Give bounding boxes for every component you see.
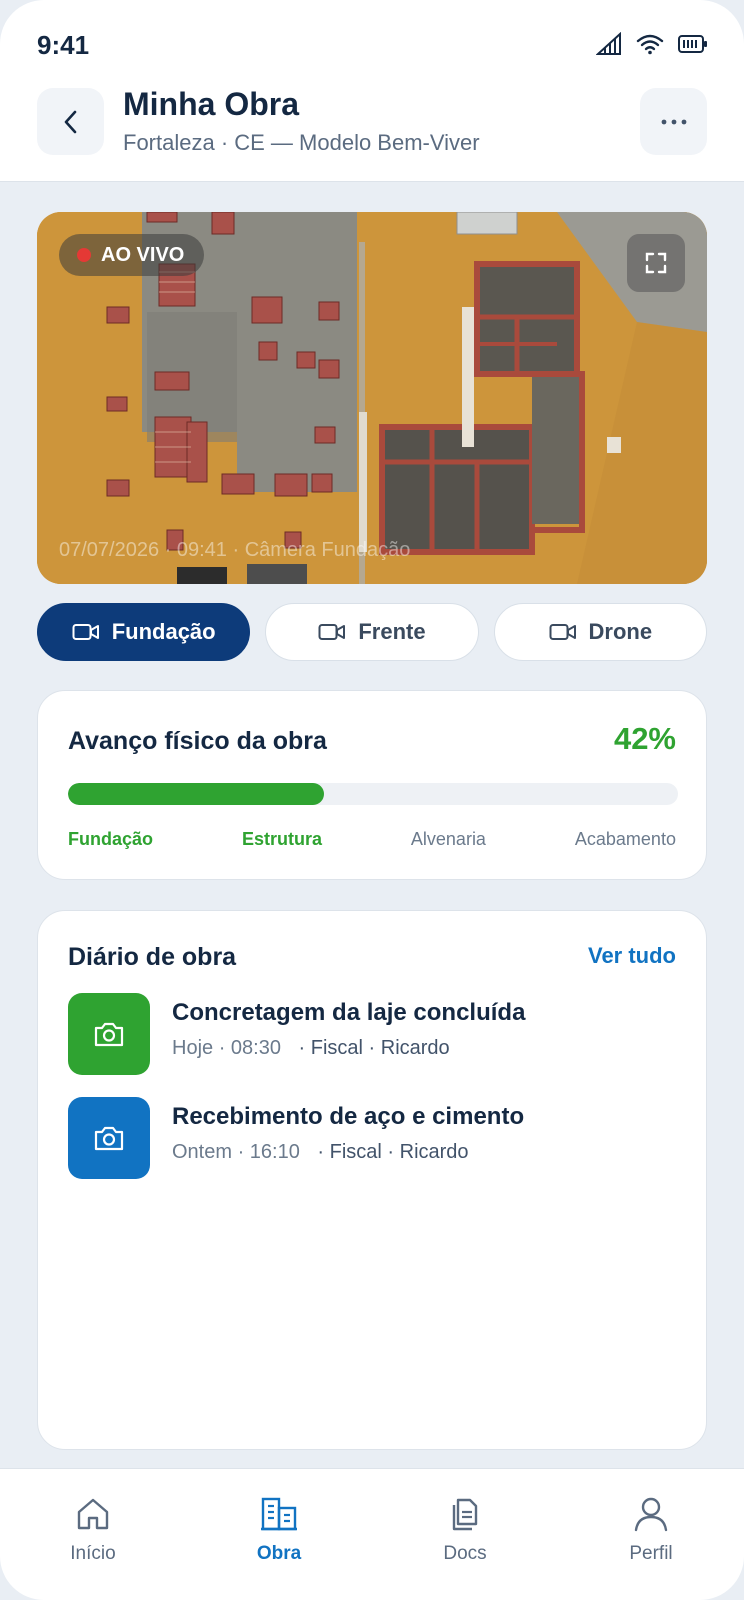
progress-bar-fill [68,783,325,805]
stage-estrutura: Estrutura [241,829,322,849]
stage-acabamento: Acabamento [574,829,676,849]
live-camera-view[interactable]: AO VIVO 07/07/2026 · 09:41 · Câmera Fund… [37,212,707,584]
entry-author: · Fiscal · Ricardo [317,1141,469,1163]
diary-entry[interactable]: Recebimento de aço e cimento Ontem · 16:… [68,1097,676,1179]
fullscreen-button[interactable] [627,234,685,292]
diary-card: Diário de obra Ver tudo Concretagem da l… [37,910,707,1450]
diary-title: Diário de obra [68,943,237,971]
diary-entry[interactable]: Concretagem da laje concluída Hoje · 08:… [68,993,676,1075]
camera-caption: 07/07/2026 · 09:41 · Câmera Fundação [59,539,411,561]
app-screen: 9:41 Minha Obra Fortaleza · CE — Modelo … [0,0,744,1600]
tab-camera-frente[interactable]: Frente [265,603,479,661]
see-all-link[interactable]: Ver tudo [588,943,676,969]
entry-thumbnail [68,993,150,1075]
tab-label: Drone [588,619,653,644]
live-label: AO VIVO [101,243,185,266]
live-badge: AO VIVO [59,234,205,276]
stage-fundacao: Fundação [68,829,154,849]
entry-meta: Ontem · 16:10 · Fiscal · Ricardo [172,1141,469,1164]
header: 9:41 Minha Obra Fortaleza · CE — Modelo … [0,0,744,182]
entry-time: Ontem · 16:10 [172,1141,300,1163]
status-icons [596,32,708,56]
nav-item-docs[interactable]: Docs [372,1469,558,1600]
nav-label: Início [70,1543,116,1564]
wifi-icon [636,34,664,55]
back-button[interactable] [37,88,104,155]
entry-time: Hoje · 08:30 [172,1037,281,1059]
progress-percent: 42% [613,721,676,756]
camera-icon [94,1022,124,1047]
nav-label: Obra [256,1543,302,1564]
video-camera-icon [549,624,576,640]
stage-alvenaria: Alvenaria [410,829,486,849]
status-time: 9:41 [37,30,90,60]
nav-label: Docs [443,1543,487,1564]
status-bar: 9:41 [0,0,744,80]
tab-camera-drone[interactable]: Drone [493,603,707,661]
entry-thumbnail [68,1097,150,1179]
progress-stages: Fundação Estrutura Alvenaria Acabamento [68,829,676,850]
entry-title: Concretagem da laje concluída [172,999,526,1026]
battery-icon [678,35,707,53]
page-subtitle: Fortaleza · CE — Modelo Bem-Viver [123,130,480,155]
page-title: Minha Obra [123,86,300,122]
cellular-signal-icon [596,32,621,55]
progress-title: Avanço físico da obra [68,727,327,755]
nav-item-perfil[interactable]: Perfil [558,1469,744,1600]
live-indicator-dot [77,248,91,262]
camera-icon [94,1126,124,1151]
entry-author: · Fiscal · Ricardo [298,1037,450,1059]
user-icon [634,1497,668,1532]
documents-icon [452,1498,478,1531]
nav-label: Perfil [629,1543,673,1564]
progress-card: Avanço físico da obra 42% Fundação Estru… [37,690,707,880]
tab-camera-fundacao[interactable]: Fundação [37,603,251,661]
entry-title: Recebimento de aço e cimento [172,1103,525,1130]
more-horizontal-icon [661,119,686,124]
home-icon [77,1498,109,1530]
fullscreen-icon [645,252,667,274]
chevron-left-icon [64,110,76,133]
tab-label: Fundação [111,619,216,644]
bottom-navigation: Início Obra Docs Perfil [0,1468,744,1600]
entry-meta: Hoje · 08:30 · Fiscal · Ricardo [172,1037,450,1060]
tab-label: Frente [358,619,426,644]
video-camera-icon [72,624,99,640]
camera-selector: Fundação Frente Drone [37,603,707,661]
video-camera-icon [318,624,346,640]
nav-item-inicio[interactable]: Início [0,1469,186,1600]
progress-bar-track [68,783,678,805]
nav-item-obra[interactable]: Obra [186,1469,372,1600]
more-options-button[interactable] [640,88,707,155]
building-icon [261,1497,297,1531]
